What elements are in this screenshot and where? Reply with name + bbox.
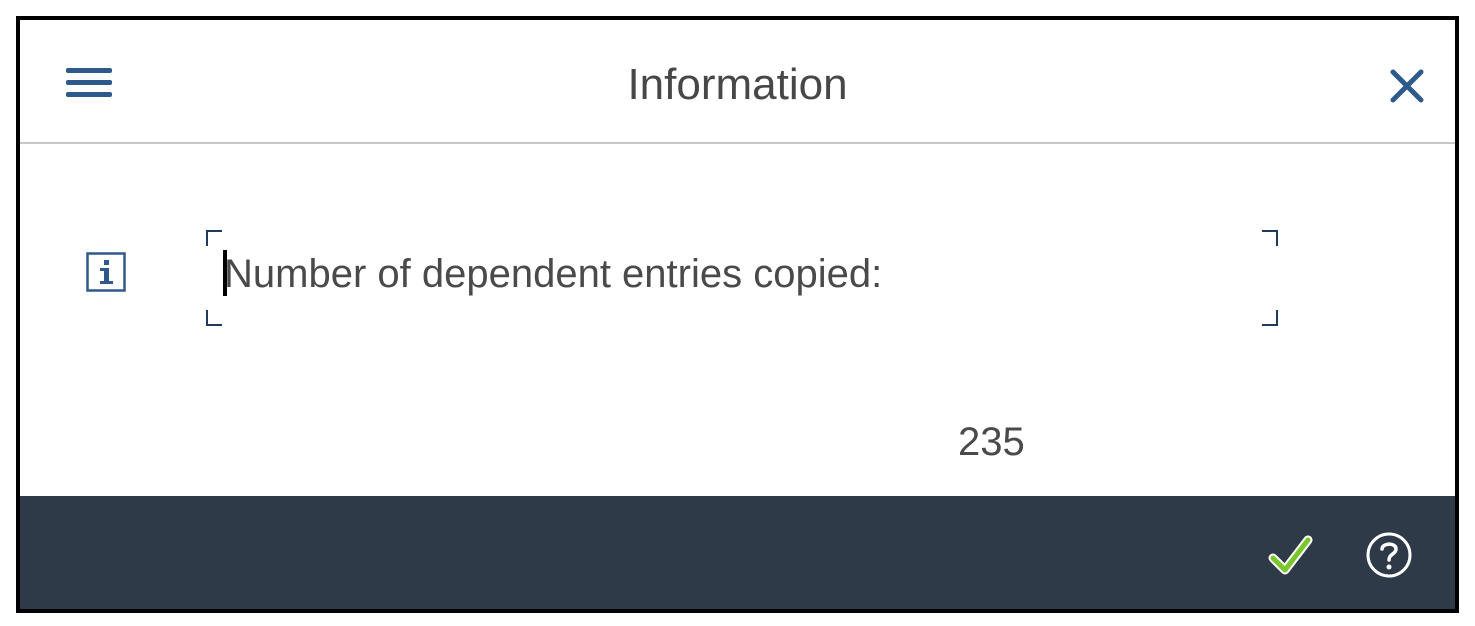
help-button[interactable] xyxy=(1364,530,1414,580)
checkmark-icon xyxy=(1268,535,1313,575)
close-button[interactable] xyxy=(1385,64,1429,108)
dialog-header: Information xyxy=(20,20,1455,144)
focus-corner xyxy=(1262,310,1278,326)
dialog-content: Number of dependent entries copied: 235 xyxy=(20,144,1455,496)
close-icon xyxy=(1390,69,1424,103)
dialog-title: Information xyxy=(627,60,848,109)
message-field[interactable]: Number of dependent entries copied: 235 xyxy=(206,230,1278,464)
info-icon xyxy=(86,252,126,292)
message-value: 235 xyxy=(958,420,1025,464)
help-icon xyxy=(1366,532,1412,578)
focus-corner xyxy=(1262,230,1278,246)
message-text: Number of dependent entries copied: xyxy=(224,252,883,296)
information-dialog: Information Number of dependent entries … xyxy=(16,16,1459,613)
dialog-footer xyxy=(20,496,1455,609)
focus-corner xyxy=(206,310,222,326)
focus-corner xyxy=(206,230,222,246)
ok-button[interactable] xyxy=(1266,532,1314,580)
